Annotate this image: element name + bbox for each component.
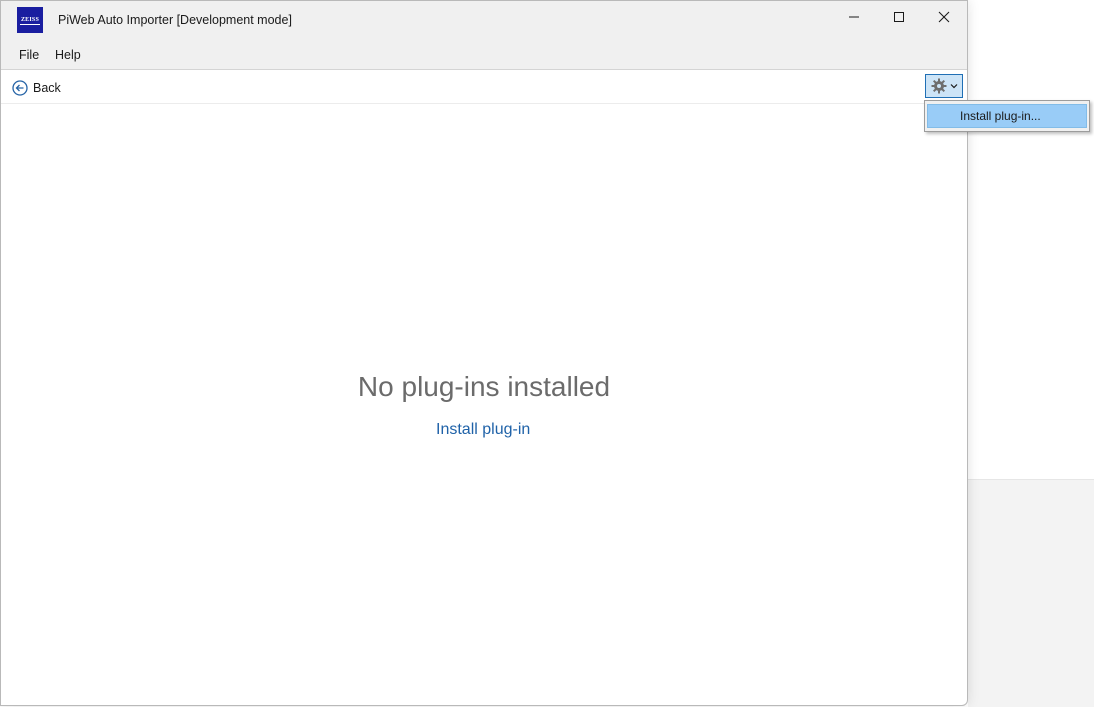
close-icon <box>938 11 950 23</box>
gear-icon <box>931 78 946 94</box>
menu-bar: File Help <box>1 41 967 70</box>
settings-dropdown-button[interactable] <box>925 74 963 98</box>
close-button[interactable] <box>921 1 967 33</box>
empty-state-title: No plug-ins installed <box>357 371 611 402</box>
toolbar: Back <box>1 70 967 104</box>
window-title: PiWeb Auto Importer [Development mode] <box>58 13 292 27</box>
title-bar[interactable]: ZEISS PiWeb Auto Importer [Development m… <box>1 1 967 41</box>
menu-help[interactable]: Help <box>55 48 81 62</box>
app-window: ZEISS PiWeb Auto Importer [Development m… <box>0 0 968 706</box>
minimize-icon <box>849 16 859 18</box>
install-plugin-link[interactable]: Install plug-in <box>436 421 530 439</box>
back-arrow-icon <box>12 80 28 96</box>
maximize-icon <box>894 12 904 22</box>
back-button[interactable]: Back <box>12 79 61 97</box>
back-label: Back <box>33 81 61 95</box>
minimize-button[interactable] <box>831 1 877 33</box>
menu-item-install-plugin[interactable]: Install plug-in... <box>927 104 1087 128</box>
background-window-top <box>968 0 1094 479</box>
app-logo: ZEISS <box>17 7 43 33</box>
menu-file[interactable]: File <box>19 48 39 62</box>
settings-dropdown-menu: Install plug-in... <box>924 100 1090 132</box>
maximize-button[interactable] <box>876 1 922 33</box>
chevron-down-icon <box>950 84 957 89</box>
background-window-bottom <box>968 479 1094 707</box>
